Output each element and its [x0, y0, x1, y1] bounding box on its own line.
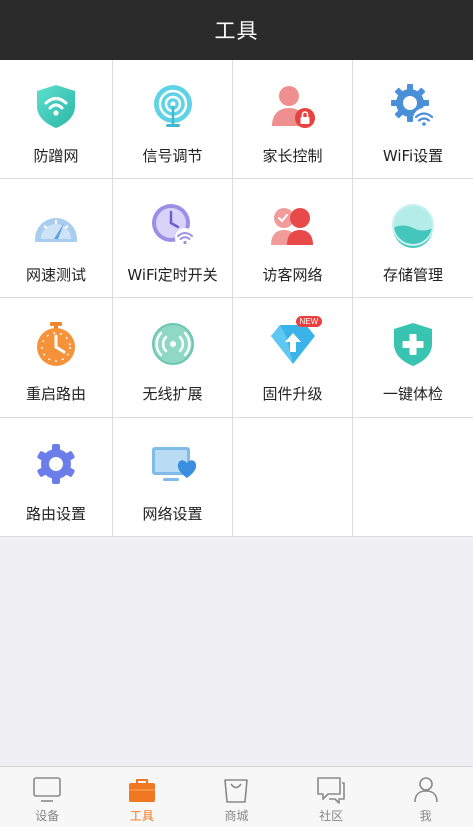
tab-label: 工具 — [129, 809, 154, 823]
tab-device[interactable]: 设备 — [0, 767, 95, 827]
tool-label: 网络设置 — [142, 505, 203, 523]
tool-label: WiFi设置 — [382, 147, 444, 165]
health-check-icon — [389, 320, 437, 368]
shopping-bag-icon — [220, 775, 252, 805]
header-bar: 工具 — [0, 0, 473, 60]
parent-lock-icon — [269, 82, 317, 130]
tool-parental-control[interactable]: 家长控制 — [233, 60, 353, 179]
tool-label: 存储管理 — [382, 266, 443, 284]
tool-speed-test[interactable]: 网速测试 — [0, 179, 113, 298]
toolbox-icon — [126, 775, 158, 805]
tool-label: 路由设置 — [25, 505, 86, 523]
clock-wifi-icon — [149, 201, 197, 249]
tab-label: 社区 — [319, 809, 344, 823]
tool-label: 固件升级 — [262, 385, 323, 403]
tool-label: 网速测试 — [25, 266, 86, 284]
tool-label: 一键体检 — [382, 385, 443, 403]
stopwatch-icon — [32, 320, 80, 368]
tab-tools[interactable]: 工具 — [95, 767, 190, 827]
shield-wifi-icon — [32, 82, 80, 130]
community-icon — [315, 775, 347, 805]
device-icon — [31, 775, 63, 805]
empty-cell — [233, 418, 353, 537]
empty-cell — [353, 418, 473, 537]
tool-label: 家长控制 — [262, 147, 323, 165]
tab-mall[interactable]: 商城 — [189, 767, 284, 827]
tool-label: WiFi定时开关 — [127, 266, 218, 284]
tab-me[interactable]: 我 — [378, 767, 473, 827]
tool-anti-leech[interactable]: 防蹭网 — [0, 60, 113, 179]
tool-network-settings[interactable]: 网络设置 — [113, 418, 233, 537]
tab-label: 我 — [419, 809, 432, 823]
tab-label: 设备 — [35, 809, 60, 823]
wireless-extend-icon — [149, 320, 197, 368]
bottom-tab-bar: 设备 工具 商城 社区 我 — [0, 766, 473, 827]
tool-label: 防蹭网 — [33, 147, 79, 165]
tool-firmware-upgrade[interactable]: NEW 固件升级 — [233, 298, 353, 418]
tab-label: 商城 — [224, 809, 249, 823]
firmware-upgrade-icon: NEW — [269, 316, 323, 368]
tool-wifi-timer[interactable]: WiFi定时开关 — [113, 179, 233, 298]
signal-icon — [149, 82, 197, 130]
user-icon — [410, 775, 442, 805]
tool-signal-adjust[interactable]: 信号调节 — [113, 60, 233, 179]
speedometer-icon — [32, 201, 80, 249]
tool-wifi-settings[interactable]: WiFi设置 — [353, 60, 473, 179]
tab-community[interactable]: 社区 — [284, 767, 379, 827]
tool-router-settings[interactable]: 路由设置 — [0, 418, 113, 537]
tool-label: 访客网络 — [262, 266, 323, 284]
tool-health-check[interactable]: 一键体检 — [353, 298, 473, 418]
tool-wireless-extend[interactable]: 无线扩展 — [113, 298, 233, 418]
router-gear-icon — [32, 440, 80, 488]
tools-grid: 防蹭网 信号调节 家长控制 WiFi设置 网速测试 WiFi定时开关 访客网络 … — [0, 60, 473, 537]
tool-label: 重启路由 — [25, 385, 86, 403]
tool-label: 无线扩展 — [142, 385, 203, 403]
guest-users-icon — [269, 201, 317, 249]
tool-storage-management[interactable]: 存储管理 — [353, 179, 473, 298]
wifi-gear-icon — [389, 82, 437, 130]
tool-label: 信号调节 — [142, 147, 203, 165]
network-monitor-icon — [149, 440, 197, 488]
new-badge: NEW — [295, 316, 323, 327]
tool-guest-network[interactable]: 访客网络 — [233, 179, 353, 298]
storage-icon — [389, 201, 437, 249]
tool-reboot-router[interactable]: 重启路由 — [0, 298, 113, 418]
page-title: 工具 — [214, 19, 259, 43]
